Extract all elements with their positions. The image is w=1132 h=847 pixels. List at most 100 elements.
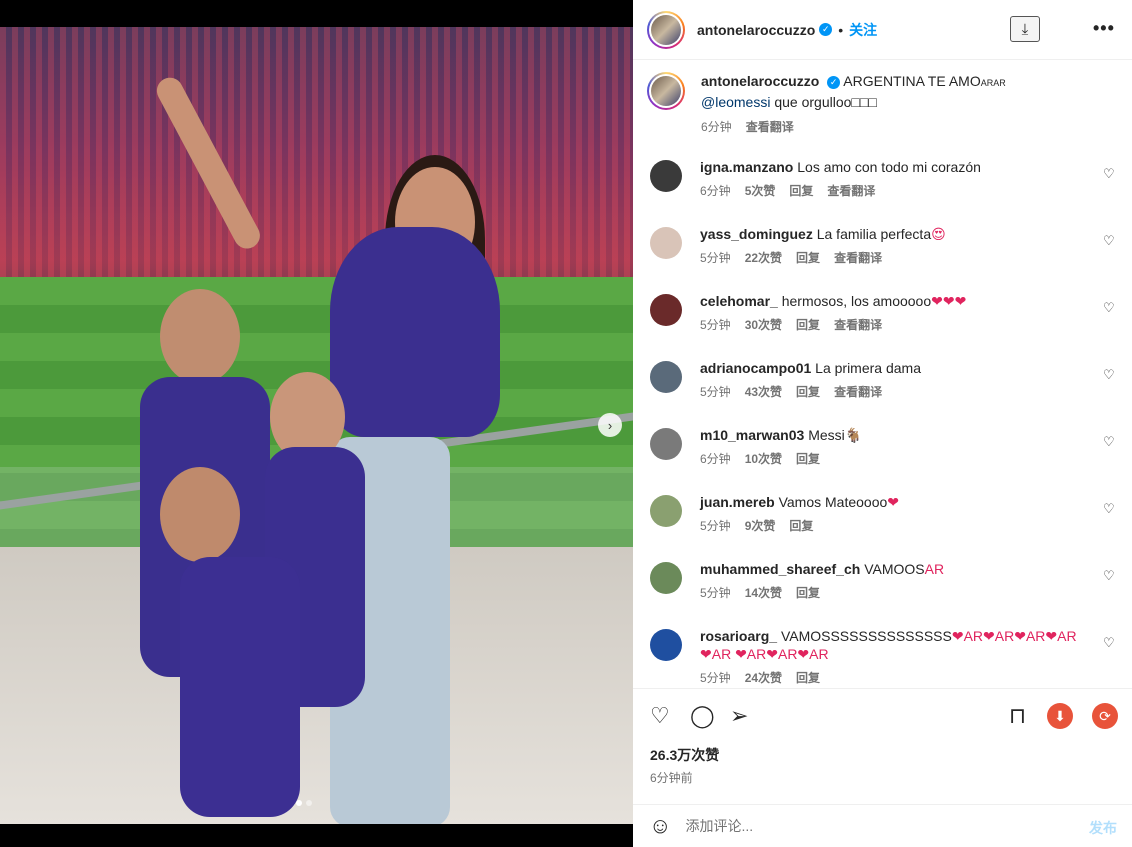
comment-username[interactable]: yass_dominguez <box>700 226 813 242</box>
comment-avatar[interactable] <box>650 294 682 326</box>
verified-icon: ✓ <box>827 75 841 89</box>
comment-likes[interactable]: 9次赞 <box>745 517 776 535</box>
add-comment-bar: ☺ 发布 <box>633 804 1132 847</box>
woman-jersey <box>330 227 500 437</box>
flag-emoji: ARAR <box>980 78 1006 88</box>
comment-avatar[interactable] <box>650 227 682 259</box>
download-button[interactable]: ⤓ <box>1010 16 1040 42</box>
comment-username[interactable]: juan.mereb <box>700 494 775 510</box>
reply-button[interactable]: 回复 <box>796 249 820 267</box>
reply-button[interactable]: 回复 <box>789 182 813 200</box>
comment-avatar[interactable] <box>650 562 682 594</box>
comment-text: Messi <box>808 427 845 443</box>
comment-username[interactable]: igna.manzano <box>700 159 793 175</box>
comment-time[interactable]: 5分钟 <box>700 249 731 267</box>
translate-button[interactable]: 查看翻译 <box>834 316 882 334</box>
comment-avatar[interactable] <box>650 495 682 527</box>
translate-button[interactable]: 查看翻译 <box>834 249 882 267</box>
comment-like-icon[interactable]: ♡ <box>1103 568 1115 584</box>
more-icon[interactable]: ••• <box>1093 18 1115 39</box>
caption-time[interactable]: 6分钟 <box>701 118 732 137</box>
comment-like-icon[interactable]: ♡ <box>1103 166 1115 182</box>
comment-likes[interactable]: 5次赞 <box>745 182 776 200</box>
comment-avatar[interactable] <box>650 361 682 393</box>
caption-text-2: que orgulloo <box>774 94 852 110</box>
comment-likes[interactable]: 14次赞 <box>745 584 782 602</box>
comment-like-icon[interactable]: ♡ <box>1103 501 1115 517</box>
reply-button[interactable]: 回复 <box>796 450 820 468</box>
carousel-dots <box>296 800 312 806</box>
comment-time[interactable]: 5分钟 <box>700 584 731 602</box>
comment-row: muhammed_shareef_ch VAMOOSAR 5分钟 14次赞 回复 ♡ <box>633 560 1132 627</box>
comment-like-icon[interactable]: ♡ <box>1103 635 1115 651</box>
carousel-next-button[interactable]: › <box>598 413 622 437</box>
comment-row: adrianocampo01 La primera dama 5分钟 43次赞 回复查… <box>633 359 1132 426</box>
comment-time[interactable]: 6分钟 <box>700 182 731 200</box>
comment-time[interactable]: 5分钟 <box>700 316 731 334</box>
comment-username[interactable]: adrianocampo01 <box>700 360 811 376</box>
reply-button[interactable]: 回复 <box>796 316 820 334</box>
comment-input[interactable] <box>685 818 1066 834</box>
post-header: antonelaroccuzzo ✓ • 关注 ⤓ ••• <box>633 0 1132 60</box>
photo-pane: › <box>0 0 633 847</box>
heart-icon[interactable]: ♡ <box>650 703 670 729</box>
comment-like-icon[interactable]: ♡ <box>1103 233 1115 249</box>
comment-time[interactable]: 5分钟 <box>700 517 731 535</box>
comments-list[interactable]: antonelaroccuzzo ✓ ARGENTINA TE AMOARAR … <box>633 60 1132 686</box>
avatar[interactable] <box>647 10 685 49</box>
comment-text: La familia perfecta <box>816 226 932 242</box>
bookmark-icon[interactable]: ⊓ <box>1009 703 1026 729</box>
comment-likes[interactable]: 10次赞 <box>745 450 782 468</box>
share-icon[interactable]: ➢ <box>730 703 748 729</box>
comment-like-icon[interactable]: ♡ <box>1103 300 1115 316</box>
comment-username[interactable]: rosarioarg_ <box>700 628 777 644</box>
translate-button[interactable]: 查看翻译 <box>834 383 882 401</box>
comment-username[interactable]: m10_marwan03 <box>700 427 804 443</box>
comment-text: Vamos Mateoooo <box>778 494 888 510</box>
comment-like-icon[interactable]: ♡ <box>1103 434 1115 450</box>
comment-time[interactable]: 6分钟 <box>700 450 731 468</box>
mention-link[interactable]: @leomessi <box>701 94 770 110</box>
stadium-stands <box>0 27 633 317</box>
likes-count[interactable]: 26.3万次赞 <box>650 745 719 765</box>
posted-time: 6分钟前 <box>650 771 693 785</box>
comment-time[interactable]: 5分钟 <box>700 383 731 401</box>
reply-button[interactable]: 回复 <box>789 517 813 535</box>
kid-3-jersey <box>180 557 300 817</box>
comment-emoji: AR <box>924 561 945 577</box>
separator: • <box>838 21 844 38</box>
avatar[interactable] <box>647 72 685 110</box>
carousel-dot <box>296 800 302 806</box>
comment-text: hermosos, los amooooo <box>781 293 932 309</box>
download-icon: ⤓ <box>1021 20 1029 38</box>
comment-likes[interactable]: 24次赞 <box>745 669 782 686</box>
post-button[interactable]: 发布 <box>1089 818 1117 838</box>
kid-3-face <box>160 467 240 562</box>
carousel-dot <box>306 800 312 806</box>
comment-avatar[interactable] <box>650 629 682 661</box>
translate-button[interactable]: 查看翻译 <box>746 118 794 137</box>
post-photo[interactable] <box>0 27 633 824</box>
comment-text: Los amo con todo mi corazón <box>797 159 981 175</box>
comment-avatar[interactable] <box>650 160 682 192</box>
refresh-icon[interactable]: ⟳ <box>1092 703 1118 729</box>
comment-icon[interactable]: ◯ <box>690 703 715 729</box>
comment-likes[interactable]: 43次赞 <box>745 383 782 401</box>
comment-like-icon[interactable]: ♡ <box>1103 367 1115 383</box>
comment-likes[interactable]: 30次赞 <box>745 316 782 334</box>
comment-likes[interactable]: 22次赞 <box>745 249 782 267</box>
comment-time[interactable]: 5分钟 <box>700 669 731 686</box>
comment-avatar[interactable] <box>650 428 682 460</box>
translate-button[interactable]: 查看翻译 <box>827 182 875 200</box>
comment-username[interactable]: celehomar_ <box>700 293 778 309</box>
follow-button[interactable]: 关注 <box>849 20 877 40</box>
smile-icon[interactable]: ☺ <box>649 813 671 839</box>
reply-button[interactable]: 回复 <box>796 584 820 602</box>
caption-username[interactable]: antonelaroccuzzo <box>701 73 819 89</box>
comment-username[interactable]: muhammed_shareef_ch <box>700 561 860 577</box>
reply-button[interactable]: 回复 <box>796 669 820 686</box>
download-circle-icon[interactable]: ⬇ <box>1047 703 1073 729</box>
reply-button[interactable]: 回复 <box>796 383 820 401</box>
comment-emoji: ❤❤❤ <box>931 293 967 309</box>
header-username[interactable]: antonelaroccuzzo <box>697 22 815 38</box>
